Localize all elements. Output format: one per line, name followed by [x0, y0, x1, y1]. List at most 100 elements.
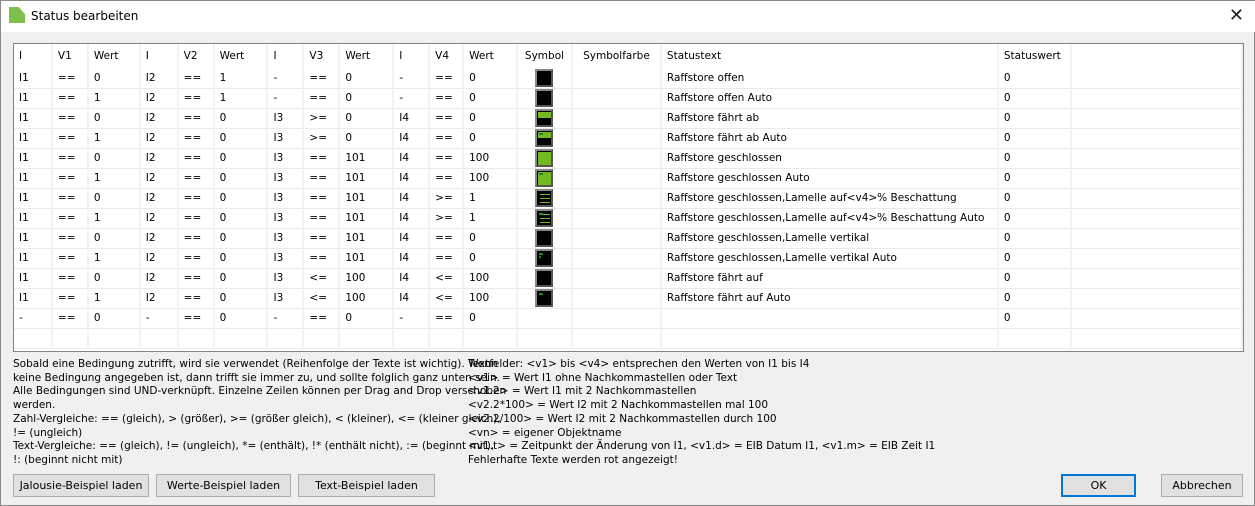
condition-cell[interactable]: 0: [213, 268, 269, 289]
condition-cell[interactable]: ==: [51, 188, 89, 209]
column-header[interactable]: Symbol: [517, 44, 573, 69]
condition-cell[interactable]: 101: [339, 208, 395, 229]
condition-cell[interactable]: 0: [213, 148, 269, 169]
condition-cell[interactable]: ==: [303, 148, 341, 169]
blind-up-auto-icon[interactable]: [535, 289, 554, 307]
column-header[interactable]: Statustext: [660, 44, 999, 69]
table-row[interactable]: I1 == 0 I2 == 0 I3 >= 0 I4 == 0 Raffstore fährt ab 0: [14, 108, 1243, 129]
condition-cell[interactable]: 1: [87, 88, 141, 109]
condition-cell[interactable]: ==: [303, 228, 341, 249]
status-text-cell[interactable]: Raffstore fährt auf: [660, 268, 999, 289]
condition-cell[interactable]: I2: [139, 88, 179, 109]
column-header[interactable]: I: [267, 44, 305, 69]
condition-cell[interactable]: ==: [429, 68, 465, 89]
symbol-color-cell[interactable]: [571, 108, 662, 129]
condition-cell[interactable]: 0: [339, 108, 395, 129]
status-value-cell[interactable]: 0: [997, 88, 1072, 109]
column-header[interactable]: [1070, 44, 1243, 69]
condition-cell[interactable]: 0: [87, 308, 141, 329]
status-value-cell[interactable]: 0: [997, 188, 1072, 209]
condition-cell[interactable]: ==: [177, 148, 215, 169]
symbol-cell[interactable]: [517, 268, 573, 289]
column-header[interactable]: Wert: [213, 44, 269, 69]
condition-cell[interactable]: I3: [267, 168, 305, 189]
status-value-cell[interactable]: 0: [997, 308, 1072, 329]
symbol-color-cell[interactable]: [571, 248, 662, 269]
condition-cell[interactable]: I4: [393, 248, 431, 269]
condition-cell[interactable]: <=: [303, 288, 341, 309]
symbol-cell[interactable]: [517, 208, 573, 229]
status-text-cell[interactable]: Raffstore fährt ab: [660, 108, 999, 129]
blind-half-auto-icon[interactable]: [535, 129, 554, 147]
symbol-cell[interactable]: [517, 168, 573, 189]
status-text-cell[interactable]: Raffstore geschlossen Auto: [660, 168, 999, 189]
condition-cell[interactable]: I2: [139, 188, 179, 209]
condition-cell[interactable]: 1: [87, 208, 141, 229]
status-value-cell[interactable]: 0: [997, 288, 1072, 309]
condition-cell[interactable]: ==: [51, 248, 89, 269]
column-header[interactable]: I: [393, 44, 431, 69]
condition-cell[interactable]: 0: [87, 188, 141, 209]
ok-button[interactable]: OK: [1061, 474, 1136, 497]
condition-cell[interactable]: I2: [139, 208, 179, 229]
status-value-cell[interactable]: 0: [997, 228, 1072, 249]
condition-cell[interactable]: 1: [87, 168, 141, 189]
condition-cell[interactable]: I3: [267, 208, 305, 229]
status-text-cell[interactable]: Raffstore fährt ab Auto: [660, 128, 999, 149]
condition-cell[interactable]: ==: [177, 208, 215, 229]
condition-cell[interactable]: I4: [393, 148, 431, 169]
condition-cell[interactable]: I3: [267, 288, 305, 309]
status-text-cell[interactable]: Raffstore geschlossen,Lamelle vertikal A…: [660, 248, 999, 269]
condition-cell[interactable]: 101: [339, 148, 395, 169]
condition-cell[interactable]: 0: [463, 248, 518, 269]
condition-cell[interactable]: >=: [303, 108, 341, 129]
column-header[interactable]: V3: [303, 44, 341, 69]
symbol-cell[interactable]: [517, 308, 573, 329]
condition-cell[interactable]: 0: [463, 68, 518, 89]
condition-cell[interactable]: 0: [87, 268, 141, 289]
status-text-cell[interactable]: [660, 308, 999, 329]
condition-cell[interactable]: 101: [339, 188, 395, 209]
condition-cell[interactable]: I3: [267, 108, 305, 129]
condition-cell[interactable]: I1: [14, 208, 53, 229]
symbol-cell[interactable]: [517, 248, 573, 269]
symbol-color-cell[interactable]: [571, 128, 662, 149]
status-text-cell[interactable]: Raffstore geschlossen: [660, 148, 999, 169]
condition-cell[interactable]: 0: [87, 148, 141, 169]
condition-cell[interactable]: I1: [14, 88, 53, 109]
symbol-color-cell[interactable]: [571, 308, 662, 329]
symbol-color-cell[interactable]: [571, 148, 662, 169]
symbol-color-cell[interactable]: [571, 88, 662, 109]
blind-slats-icon[interactable]: [535, 189, 554, 207]
condition-cell[interactable]: ==: [51, 228, 89, 249]
condition-cell[interactable]: ==: [303, 308, 341, 329]
symbol-cell[interactable]: [517, 128, 573, 149]
symbol-color-cell[interactable]: [571, 268, 662, 289]
condition-cell[interactable]: -: [267, 88, 305, 109]
condition-cell[interactable]: 0: [213, 308, 269, 329]
condition-cell[interactable]: I3: [267, 228, 305, 249]
condition-cell[interactable]: <=: [303, 268, 341, 289]
condition-cell[interactable]: <=: [429, 268, 465, 289]
condition-cell[interactable]: ==: [51, 108, 89, 129]
condition-cell[interactable]: ==: [429, 228, 465, 249]
condition-cell[interactable]: <=: [429, 288, 465, 309]
condition-cell[interactable]: 1: [87, 288, 141, 309]
load-jalousie-example-button[interactable]: Jalousie-Beispiel laden: [13, 474, 149, 497]
condition-cell[interactable]: ==: [303, 68, 341, 89]
column-header[interactable]: V2: [177, 44, 215, 69]
condition-cell[interactable]: -: [139, 308, 179, 329]
status-text-cell[interactable]: Raffstore geschlossen,Lamelle auf<v4>% B…: [660, 208, 999, 229]
status-value-cell[interactable]: 0: [997, 168, 1072, 189]
condition-cell[interactable]: ==: [429, 308, 465, 329]
condition-cell[interactable]: I4: [393, 208, 431, 229]
condition-cell[interactable]: I1: [14, 108, 53, 129]
condition-cell[interactable]: ==: [303, 168, 341, 189]
condition-cell[interactable]: 0: [213, 188, 269, 209]
condition-cell[interactable]: ==: [177, 268, 215, 289]
table-row[interactable]: I1 == 1 I2 == 0 I3 == 101 I4 >= 1 Raffstore geschlos…: [14, 208, 1243, 229]
condition-cell[interactable]: I2: [139, 128, 179, 149]
status-text-cell[interactable]: Raffstore offen Auto: [660, 88, 999, 109]
condition-cell[interactable]: ==: [177, 228, 215, 249]
condition-cell[interactable]: I4: [393, 228, 431, 249]
